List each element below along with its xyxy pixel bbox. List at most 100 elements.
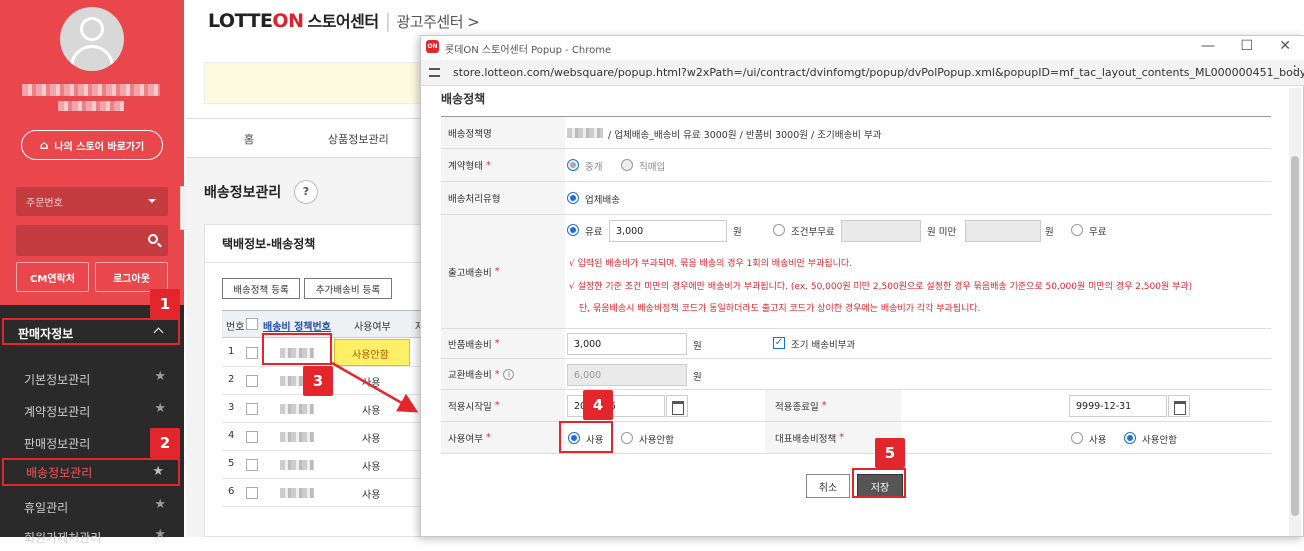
row-checkbox[interactable]	[246, 347, 258, 359]
step-badge-4: 4	[583, 390, 613, 420]
row-checkbox[interactable]	[246, 459, 258, 471]
policy-number-link[interactable]	[280, 432, 314, 442]
chevron-up-icon	[153, 327, 164, 338]
highlight-use-radio	[559, 421, 613, 453]
select-all-checkbox[interactable]	[246, 318, 258, 330]
table-row[interactable]: 6 사용	[222, 479, 422, 507]
help-icon[interactable]: ?	[294, 180, 318, 204]
start-date-input[interactable]: 20-26	[567, 395, 665, 417]
logout-button[interactable]: 로그아웃	[95, 262, 168, 292]
sidebar-item-holiday[interactable]: 휴일관리 ★	[0, 493, 180, 521]
paid-fee-input[interactable]: 3,000	[609, 220, 727, 242]
lotteon-icon: ON	[426, 40, 439, 53]
return-fee-input[interactable]: 3,000	[567, 333, 687, 355]
table-row[interactable]: 5 사용	[222, 451, 422, 479]
radio-vendor-delivery[interactable]	[567, 192, 579, 204]
star-icon[interactable]: ★	[154, 401, 166, 416]
site-settings-icon[interactable]	[429, 68, 440, 77]
star-icon[interactable]: ★	[152, 464, 164, 479]
row-checkbox[interactable]	[246, 487, 258, 499]
radio-use-no[interactable]	[621, 432, 633, 444]
table-row[interactable]: 3 사용	[222, 395, 422, 423]
minimize-icon[interactable]: —	[1201, 38, 1215, 54]
section-title: 택배정보-배송정책	[222, 237, 316, 251]
header-logo[interactable]: LOTTEON 스토어센터 | 광고주센터 >	[208, 8, 480, 32]
policy-number-link[interactable]	[280, 460, 314, 470]
sidebar-search-input[interactable]	[16, 225, 168, 256]
step-badge-1: 1	[150, 289, 180, 319]
early-fee-checkbox[interactable]: ✓	[773, 337, 785, 349]
step-badge-2: 2	[150, 428, 180, 458]
row-checkbox[interactable]	[246, 431, 258, 443]
sidebar-item-shipping-info[interactable]: 배송정보관리 ★	[2, 458, 180, 486]
radio-rep-yes[interactable]	[1071, 432, 1083, 444]
condition-amount-input[interactable]	[841, 220, 921, 242]
star-icon[interactable]: ★	[154, 369, 166, 384]
sidebar-section-seller-info[interactable]: 판매자정보	[2, 318, 180, 345]
radio-rep-no[interactable]	[1124, 432, 1136, 444]
popup-titlebar: ON 롯데ON 스토어센터 Popup - Chrome — ☐ ✕	[421, 36, 1304, 60]
order-search-select[interactable]: 주문번호	[16, 187, 168, 216]
top-tabs: 홈 상품정보관리	[186, 118, 426, 158]
sidebar-item-contract-info[interactable]: 계약정보관리 ★	[0, 397, 180, 425]
maximize-icon[interactable]: ☐	[1240, 38, 1253, 54]
calendar-icon[interactable]	[666, 395, 688, 417]
sidebar-item-basic-info[interactable]: 기본정보관리 ★	[0, 365, 180, 393]
highlight-policy-number	[262, 333, 332, 365]
step-badge-3: 3	[303, 366, 333, 396]
tab-product-info[interactable]: 상품정보관리	[328, 131, 389, 147]
exchange-fee-input: 6,000	[567, 364, 687, 386]
radio-paid[interactable]	[567, 224, 579, 236]
notice-banner	[204, 62, 434, 104]
policy-form: 배송정책명 / 업체배송_배송비 유료 3000원 / 반품비 3000원 / …	[441, 116, 1271, 454]
star-icon[interactable]: ★	[154, 527, 166, 542]
extra-fee-register-button[interactable]: 추가배송비 등록	[304, 278, 392, 299]
home-icon: ⌂	[39, 138, 49, 152]
sidebar-item-member[interactable]: 회원가제처관리 ★	[0, 523, 180, 551]
register-policy-button[interactable]: 배송정책 등록	[222, 278, 300, 299]
search-icon[interactable]	[148, 234, 158, 244]
highlight-save-button	[852, 468, 906, 498]
my-store-button[interactable]: ⌂ 나의 스토어 바로가기	[21, 130, 163, 160]
more-icon[interactable]: · · ·	[1293, 60, 1297, 82]
radio-direct-purchase[interactable]	[621, 159, 633, 171]
scrollbar[interactable]	[1289, 88, 1301, 536]
row-process-type: 배송처리유형 업체배송	[441, 182, 1271, 215]
table-row[interactable]: 4 사용	[222, 423, 422, 451]
row-shipping-fee: 출고배송비 * 유료 3,000 원 조건부무료 원 미만 원 무료 √ 입력된 …	[441, 215, 1271, 329]
row-checkbox[interactable]	[246, 403, 258, 415]
row-policy-name: 배송정책명 / 업체배송_배송비 유료 3000원 / 반품비 3000원 / …	[441, 117, 1271, 149]
row-exchange-fee: 교환배송비 * i 6,000 원	[441, 359, 1271, 390]
popup-heading: 배송정책	[441, 92, 486, 106]
radio-free[interactable]	[1071, 224, 1083, 236]
seller-name-blurred	[22, 84, 160, 96]
policy-number-link[interactable]	[280, 488, 314, 498]
end-date-input[interactable]: 9999-12-31	[1069, 395, 1167, 417]
cm-contact-button[interactable]: CM연락처	[16, 262, 89, 292]
chevron-down-icon	[148, 199, 156, 207]
seller-id-blurred	[58, 101, 124, 111]
tab-home[interactable]: 홈	[244, 131, 254, 147]
avatar	[60, 7, 124, 71]
radio-brokerage[interactable]	[567, 159, 579, 171]
row-contract-type: 계약형태 * 중개 직매입	[441, 149, 1271, 182]
page-title: 배송정보관리	[204, 185, 282, 201]
row-checkbox[interactable]	[246, 375, 258, 387]
url-bar[interactable]: store.lotteon.com/websquare/popup.html?w…	[421, 60, 1304, 86]
star-icon[interactable]: ★	[154, 497, 166, 512]
condition-fee-input[interactable]	[965, 220, 1041, 242]
cancel-button[interactable]: 취소	[806, 474, 850, 498]
radio-conditional-free[interactable]	[773, 224, 785, 236]
policy-number-link[interactable]	[280, 404, 314, 414]
step-badge-5: 5	[875, 438, 905, 468]
row-apply-dates: 적용시작일* 20-26 적용종료일* 9999-12-31	[441, 390, 1271, 422]
policy-code-blurred	[567, 128, 603, 138]
calendar-icon[interactable]	[1168, 395, 1190, 417]
popup-window: ON 롯데ON 스토어센터 Popup - Chrome — ☐ ✕ store…	[420, 35, 1304, 537]
divider	[204, 262, 424, 263]
policy-no-header[interactable]: 배송비 정책번호	[263, 318, 331, 333]
info-icon[interactable]: i	[503, 368, 515, 380]
close-icon[interactable]: ✕	[1279, 38, 1291, 54]
ad-center-link[interactable]: 광고주센터 >	[397, 13, 480, 31]
row-return-fee: 반품배송비 * 3,000 원 ✓ 조기 배송비부과	[441, 329, 1271, 359]
